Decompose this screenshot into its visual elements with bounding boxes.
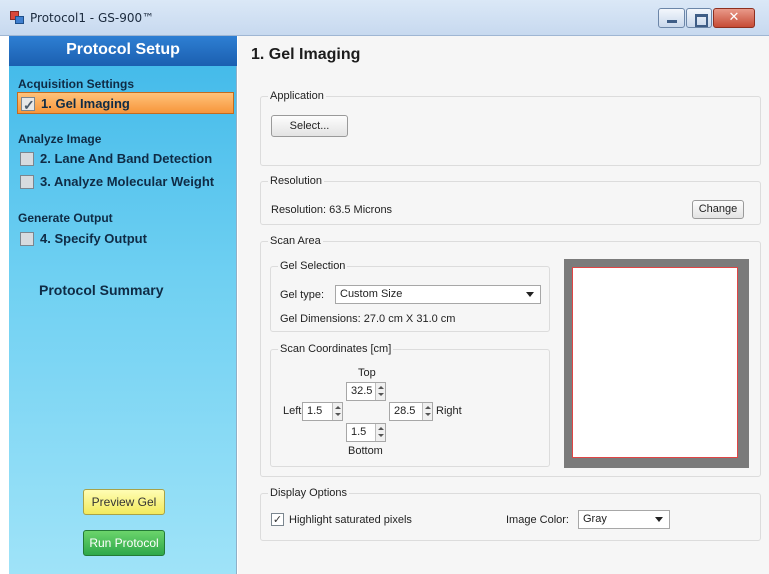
- right-label: Right: [436, 405, 462, 417]
- scan-area-label: Scan Area: [268, 235, 323, 247]
- page-title: 1. Gel Imaging: [251, 46, 361, 63]
- step-gel-imaging[interactable]: ✓ 1. Gel Imaging: [17, 92, 234, 114]
- window-title-bar[interactable]: Protocol1 - GS-900™ ✕: [0, 0, 769, 36]
- checkmark-icon: ✓: [272, 513, 283, 526]
- bottom-label: Bottom: [348, 445, 383, 457]
- application-label: Application: [268, 90, 326, 102]
- protocol-summary-link[interactable]: Protocol Summary: [39, 282, 163, 298]
- resolution-label: Resolution: [268, 175, 324, 187]
- step-label: 1. Gel Imaging: [41, 96, 130, 111]
- step-label: 3. Analyze Molecular Weight: [40, 174, 215, 189]
- spinner-arrows-icon[interactable]: [375, 383, 385, 400]
- spinner-arrows-icon[interactable]: [332, 403, 342, 420]
- step-label: 4. Specify Output: [40, 231, 147, 246]
- app-icon: [10, 11, 24, 24]
- top-value: 32.5: [351, 385, 373, 397]
- left-value: 1.5: [307, 405, 323, 417]
- minimize-button[interactable]: [658, 8, 685, 28]
- step-checkbox[interactable]: [20, 152, 34, 166]
- scan-region-outline[interactable]: [572, 267, 738, 458]
- resolution-group: [260, 181, 761, 225]
- section-generate-output: Generate Output: [18, 211, 113, 225]
- maximize-button[interactable]: [686, 8, 712, 28]
- protocol-sidebar: Protocol Setup Acquisition Settings ✓ 1.…: [9, 36, 237, 574]
- close-icon: ✕: [728, 10, 740, 25]
- left-coordinate-spinner[interactable]: 1.5: [302, 402, 343, 421]
- spinner-arrows-icon[interactable]: [375, 424, 385, 441]
- section-analyze-image: Analyze Image: [18, 132, 102, 146]
- step-checkbox[interactable]: [20, 232, 34, 246]
- image-color-value: Gray: [583, 513, 607, 525]
- section-acquisition-settings: Acquisition Settings: [18, 77, 135, 91]
- chevron-down-icon: [655, 517, 663, 522]
- step-specify-output[interactable]: 4. Specify Output: [17, 228, 234, 250]
- step-checkbox[interactable]: ✓: [21, 97, 35, 113]
- change-resolution-button[interactable]: Change: [692, 200, 744, 219]
- window-title: Protocol1 - GS-900™: [30, 11, 155, 25]
- highlight-saturated-label: Highlight saturated pixels: [289, 514, 412, 526]
- spinner-arrows-icon[interactable]: [422, 403, 432, 420]
- preview-gel-button[interactable]: Preview Gel: [83, 489, 165, 515]
- step-checkbox[interactable]: [20, 175, 34, 189]
- close-button[interactable]: ✕: [713, 8, 755, 28]
- step-label: 2. Lane And Band Detection: [40, 151, 213, 166]
- run-protocol-button[interactable]: Run Protocol: [83, 530, 165, 556]
- scan-area-preview[interactable]: [564, 259, 749, 468]
- checkmark-icon: ✓: [23, 97, 35, 113]
- sidebar-header: Protocol Setup: [9, 36, 237, 66]
- image-color-dropdown[interactable]: Gray: [578, 510, 670, 529]
- gel-type-value: Custom Size: [340, 288, 403, 300]
- display-options-label: Display Options: [268, 487, 350, 499]
- scan-coordinates-label: Scan Coordinates [cm]: [278, 343, 394, 355]
- image-color-label: Image Color:: [506, 514, 569, 526]
- gel-selection-label: Gel Selection: [278, 260, 348, 272]
- main-panel: 1. Gel Imaging Application Select... Res…: [238, 36, 769, 574]
- top-coordinate-spinner[interactable]: 32.5: [346, 382, 386, 401]
- bottom-coordinate-spinner[interactable]: 1.5: [346, 423, 386, 442]
- top-label: Top: [358, 367, 376, 379]
- select-application-button[interactable]: Select...: [271, 115, 348, 137]
- chevron-down-icon: [526, 292, 534, 297]
- bottom-value: 1.5: [351, 426, 367, 438]
- highlight-saturated-checkbox[interactable]: ✓: [271, 513, 284, 526]
- step-analyze-molecular-weight[interactable]: 3. Analyze Molecular Weight: [17, 171, 234, 193]
- right-coordinate-spinner[interactable]: 28.5: [389, 402, 433, 421]
- gel-dimensions: Gel Dimensions: 27.0 cm X 31.0 cm: [280, 313, 456, 325]
- resolution-value: Resolution: 63.5 Microns: [271, 204, 393, 216]
- gel-type-label: Gel type:: [280, 289, 325, 301]
- left-label: Left: [283, 405, 302, 417]
- gel-type-dropdown[interactable]: Custom Size: [335, 285, 541, 304]
- right-value: 28.5: [394, 405, 416, 417]
- step-lane-band-detection[interactable]: 2. Lane And Band Detection: [17, 148, 234, 170]
